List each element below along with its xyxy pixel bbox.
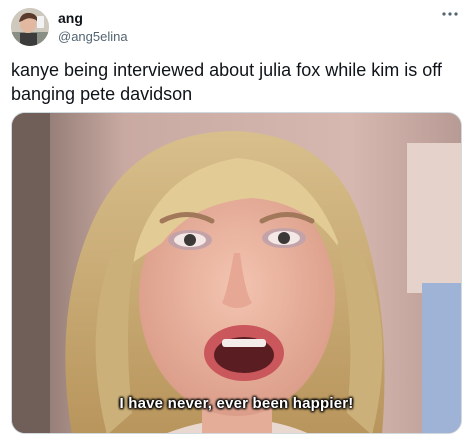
tweet-text: kanye being interviewed about julia fox …: [11, 60, 442, 104]
video-subtitle: I have never, ever been happier!: [119, 395, 354, 412]
author-block: ang @ang5elina: [58, 10, 128, 45]
avatar-image: [11, 8, 49, 46]
more-options-button[interactable]: [440, 6, 460, 22]
display-name[interactable]: ang: [58, 10, 128, 27]
tweet-media[interactable]: I have never, ever been happier!: [11, 112, 462, 434]
avatar[interactable]: [11, 8, 49, 46]
user-handle[interactable]: @ang5elina: [58, 28, 128, 45]
ellipsis-horizontal-icon: [442, 12, 458, 16]
tweet-card: ang @ang5elina kanye being interviewed a…: [0, 0, 474, 442]
media-image: [12, 113, 461, 433]
